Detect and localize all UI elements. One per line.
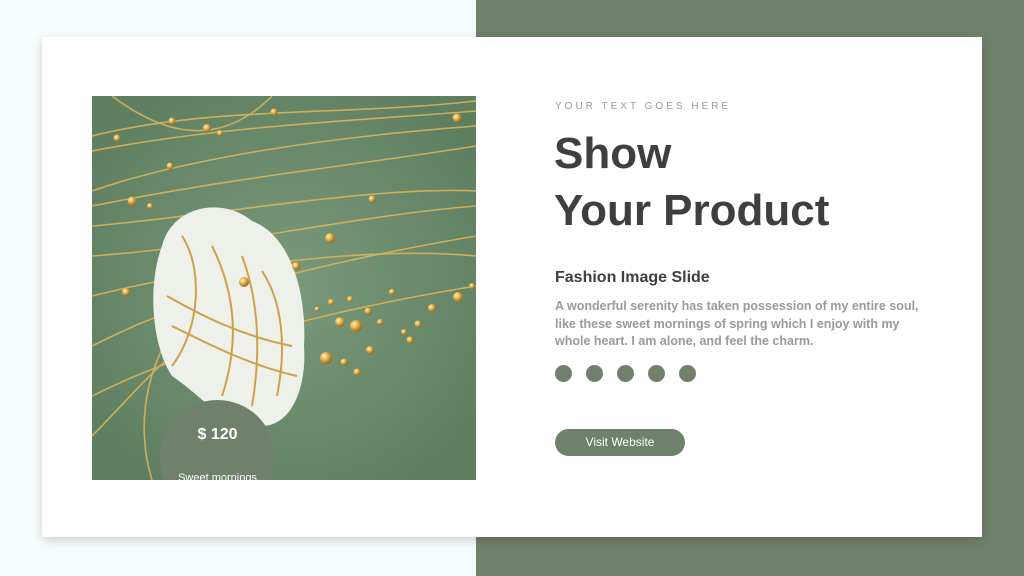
price-caption: Sweet mornings [178,472,257,480]
page-title: Show Your Product [554,125,829,239]
eyebrow-text: YOUR TEXT GOES HERE [555,101,732,112]
visit-website-button[interactable]: Visit Website [555,429,685,456]
section-subtitle: Fashion Image Slide [555,269,710,286]
slide-card: $ 120 Sweet mornings YOUR TEXT GOES HERE… [42,37,982,537]
dot-4[interactable] [648,365,665,382]
description-text: A wonderful serenity has taken possessio… [555,299,919,348]
title-line-1: Show [554,129,672,178]
title-line-2: Your Product [554,186,830,235]
dot-1[interactable] [555,365,572,382]
price-label: $ 120 [197,426,238,443]
dot-3[interactable] [617,365,634,382]
dot-2[interactable] [586,365,603,382]
dot-5[interactable] [679,365,696,382]
pagination-dots [555,365,696,382]
product-image: $ 120 Sweet mornings [92,96,476,480]
